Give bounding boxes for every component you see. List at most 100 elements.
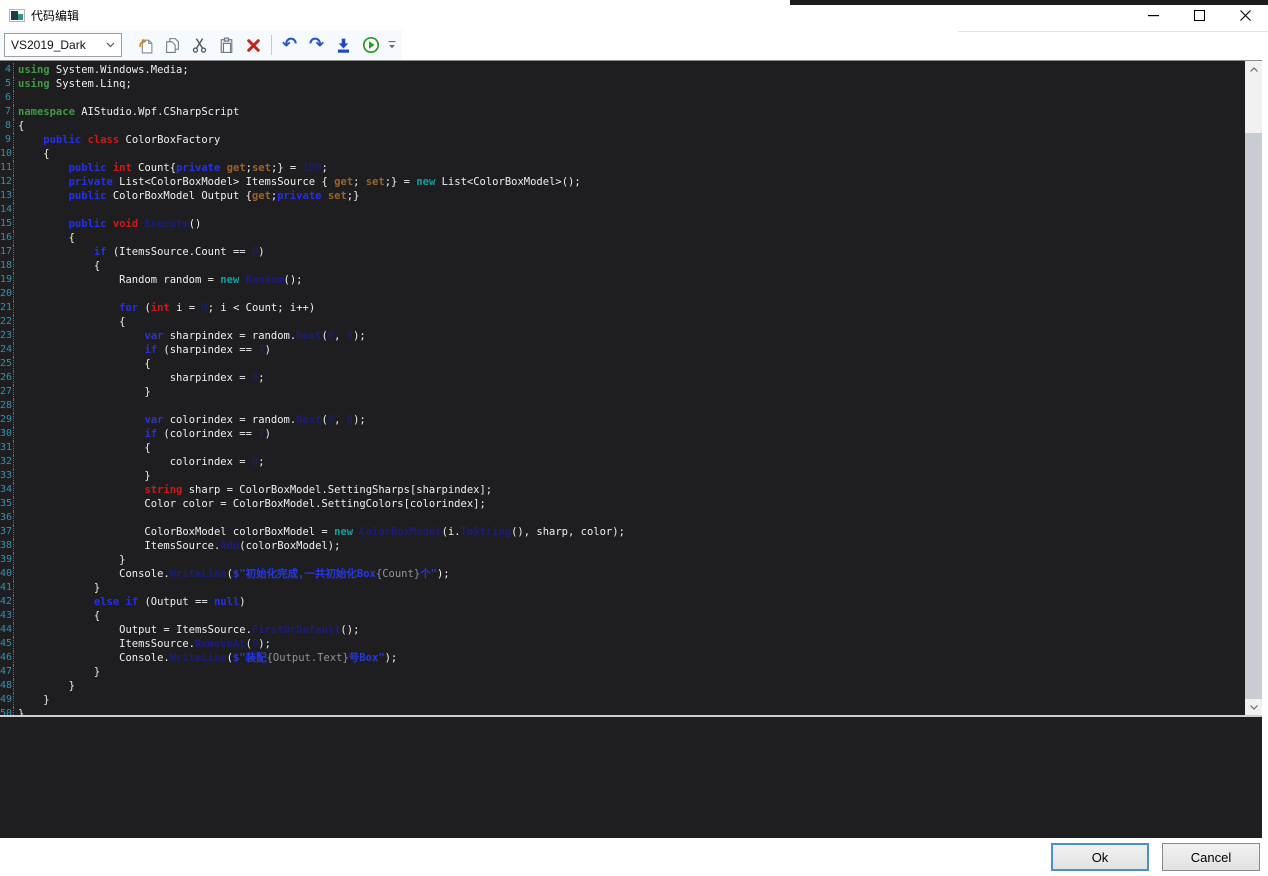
code-line: 40 Console.WriteLine($"初始化完成,一共初始化Box{Co… [0,567,1245,581]
line-number: 20 [0,287,14,301]
redo-button[interactable]: ↷ [304,33,329,57]
code-line: 24 if (sharpindex == 7) [0,343,1245,357]
line-number: 19 [0,273,14,287]
code-text: Random random = new Random(); [14,273,303,287]
code-line: 22 { [0,315,1245,329]
code-text: public ColorBoxModel Output {get;private… [14,189,359,203]
code-text: } [14,679,75,693]
code-text: { [14,357,151,371]
vertical-scrollbar[interactable] [1245,61,1262,715]
code-line: 23 var sharpindex = random.Next(0, 8); [0,329,1245,343]
line-number: 40 [0,567,14,581]
line-number: 41 [0,581,14,595]
code-text: var sharpindex = random.Next(0, 8); [14,329,366,343]
line-number: 11 [0,161,14,175]
code-text: { [14,441,151,455]
copy-icon [164,37,181,54]
code-text: { [14,259,100,273]
code-text: } [14,707,24,715]
copy-button[interactable] [160,33,185,57]
run-button[interactable] [358,33,383,57]
cancel-button[interactable]: Cancel [1162,843,1260,871]
code-line: 43 { [0,609,1245,623]
code-line: 10 { [0,147,1245,161]
code-line: 9 public class ColorBoxFactory [0,133,1245,147]
line-number: 34 [0,483,14,497]
code-line: 13 public ColorBoxModel Output {get;priv… [0,189,1245,203]
code-edit-dialog: 代码编辑 VS2019_Dark [0,0,1268,876]
code-text: public class ColorBoxFactory [14,133,220,147]
line-number: 33 [0,469,14,483]
line-number: 39 [0,553,14,567]
code-line: 21 for (int i = 0; i < Count; i++) [0,301,1245,315]
reload-document-button[interactable] [133,33,158,57]
code-line: 15 public void Execute() [0,217,1245,231]
code-line: 36 [0,511,1245,525]
code-text: ItemsSource.RemoveAt(0); [14,637,271,651]
code-line: 20 [0,287,1245,301]
code-line: 42 else if (Output == null) [0,595,1245,609]
import-button[interactable] [331,33,356,57]
reload-document-icon [137,37,154,54]
code-line: 45 ItemsSource.RemoveAt(0); [0,637,1245,651]
line-number: 47 [0,665,14,679]
chevron-down-icon [106,42,115,48]
code-line: 5using System.Linq; [0,77,1245,91]
close-icon [1240,10,1251,21]
toolbar-row: VS2019_Dark [0,30,1268,60]
code-line: 39 } [0,553,1245,567]
paste-button[interactable] [214,33,239,57]
line-number: 22 [0,315,14,329]
dialog-footer: Ok Cancel [0,838,1268,876]
code-text: if (ItemsSource.Count == 0) [14,245,265,259]
overflow-icon [388,40,396,51]
code-line: 37 ColorBoxModel colorBoxModel = new Col… [0,525,1245,539]
code-editor[interactable]: 4using System.Windows.Media;5using Syste… [0,60,1262,717]
scrollbar-thumb[interactable] [1245,77,1262,133]
cut-button[interactable] [187,33,212,57]
code-text: private List<ColorBoxModel> ItemsSource … [14,175,581,189]
code-line: 18 { [0,259,1245,273]
code-line: 26 sharpindex = 0; [0,371,1245,385]
code-line: 19 Random random = new Random(); [0,273,1245,287]
ok-button[interactable]: Ok [1051,843,1149,871]
chevron-up-icon [1250,67,1258,72]
code-text: Console.WriteLine($"装配{Output.Text}号Box"… [14,651,397,665]
paste-icon [218,37,235,54]
toolbar-overflow-button[interactable] [386,33,398,57]
code-line: 4using System.Windows.Media; [0,63,1245,77]
line-number: 16 [0,231,14,245]
code-line: 46 Console.WriteLine($"装配{Output.Text}号B… [0,651,1245,665]
code-line: 30 if (colorindex == 7) [0,427,1245,441]
code-line: 17 if (ItemsSource.Count == 0) [0,245,1245,259]
app-icon [9,9,25,22]
scroll-down-button[interactable] [1245,699,1262,715]
line-number: 12 [0,175,14,189]
run-icon [362,36,380,54]
code-text: ColorBoxModel colorBoxModel = new ColorB… [14,525,625,539]
line-number: 45 [0,637,14,651]
line-number: 26 [0,371,14,385]
background-window-edge [958,31,1268,32]
code-line: 34 string sharp = ColorBoxModel.SettingS… [0,483,1245,497]
background-window-strip [790,0,1268,5]
line-number: 17 [0,245,14,259]
code-text: } [14,665,100,679]
theme-select-value: VS2019_Dark [11,38,86,52]
undo-button[interactable]: ↶ [277,33,302,57]
code-text [14,203,18,217]
code-text: } [14,385,151,399]
toolbar-separator [271,35,272,55]
maximize-icon [1194,10,1205,21]
scroll-up-button[interactable] [1245,61,1262,77]
titlebar: 代码编辑 [0,0,1268,30]
code-line: 8{ [0,119,1245,133]
code-text: ItemsSource.Add(colorBoxModel); [14,539,340,553]
theme-select[interactable]: VS2019_Dark [4,33,122,57]
line-number: 10 [0,147,14,161]
delete-button[interactable] [241,33,266,57]
line-number: 13 [0,189,14,203]
code-text: { [14,119,24,133]
code-line: 14 [0,203,1245,217]
code-text: Color color = ColorBoxModel.SettingColor… [14,497,486,511]
